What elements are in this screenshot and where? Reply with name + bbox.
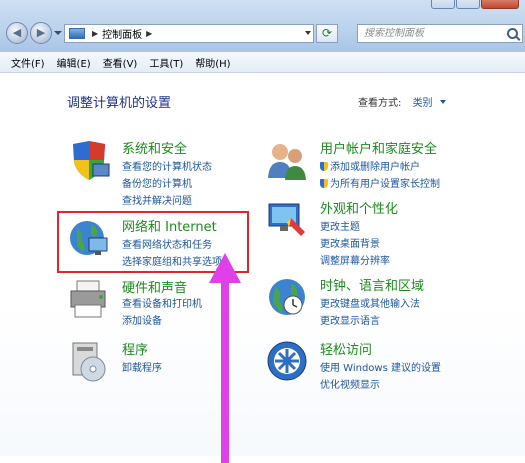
clock-globe-icon[interactable]	[265, 275, 309, 319]
menu-view[interactable]: 查看(V)	[97, 55, 144, 70]
view-by-dropdown[interactable]: 类别	[413, 98, 433, 109]
category-title-ease-of-access[interactable]: 轻松访问	[320, 339, 372, 358]
breadcrumb-separator-icon[interactable]: ▶	[146, 29, 152, 38]
search-placeholder: 搜索控制面板	[364, 28, 424, 39]
link-backup[interactable]: 备份您的计算机	[122, 175, 192, 190]
recent-pages-dropdown[interactable]	[54, 31, 62, 35]
uac-shield-icon	[320, 162, 328, 171]
close-button[interactable]	[481, 0, 519, 9]
category-title-clock-region[interactable]: 时钟、语言和区域	[320, 275, 424, 294]
users-icon[interactable]	[265, 138, 309, 182]
search-icon[interactable]	[507, 28, 518, 39]
link-keyboard-input[interactable]: 更改键盘或其他输入法	[320, 295, 420, 310]
category-title-user-accounts[interactable]: 用户帐户和家庭安全	[320, 138, 437, 157]
search-input[interactable]: 搜索控制面板	[357, 24, 523, 43]
uac-shield-icon	[320, 179, 328, 188]
maximize-button[interactable]	[456, 0, 480, 9]
menu-edit[interactable]: 编辑(E)	[51, 55, 97, 70]
minimize-button[interactable]	[431, 0, 455, 9]
back-button[interactable]: ◀	[6, 22, 28, 44]
refresh-button[interactable]: ⟳	[316, 24, 338, 43]
shield-icon[interactable]	[67, 138, 111, 182]
menu-file[interactable]: 文件(F)	[0, 55, 51, 70]
link-change-theme[interactable]: 更改主题	[320, 218, 360, 233]
link-uninstall[interactable]: 卸载程序	[122, 359, 162, 374]
control-panel-content: 调整计算机的设置 查看方式: 类别 系统和安全 查看您的计算机状态 备份您的计算…	[0, 73, 525, 463]
programs-disc-icon[interactable]	[67, 339, 111, 383]
address-dropdown-icon[interactable]	[305, 31, 311, 35]
link-devices-printers[interactable]: 查看设备和打印机	[122, 295, 202, 310]
menu-tools[interactable]: 工具(T)	[143, 55, 189, 70]
link-recommended-settings[interactable]: 使用 Windows 建议的设置	[320, 359, 441, 374]
link-parental-controls[interactable]: 为所有用户设置家长控制	[320, 175, 440, 190]
pointer-arrow-icon	[209, 253, 241, 463]
forward-button[interactable]: ▶	[30, 22, 52, 44]
printer-icon[interactable]	[67, 277, 111, 321]
caption-buttons	[430, 0, 519, 10]
window-chrome: ◀ ▶ ▶ 控制面板 ▶ ⟳ 搜索控制面板	[0, 0, 525, 52]
display-personalize-icon[interactable]	[265, 198, 309, 242]
link-check-status[interactable]: 查看您的计算机状态	[122, 158, 212, 173]
menu-bar: 文件(F) 编辑(E) 查看(V) 工具(T) 帮助(H)	[0, 52, 525, 73]
view-by: 查看方式: 类别	[358, 94, 446, 109]
link-add-device[interactable]: 添加设备	[122, 312, 162, 327]
control-panel-icon	[69, 28, 85, 39]
category-title-system-security[interactable]: 系统和安全	[122, 138, 187, 157]
page-title: 调整计算机的设置	[67, 96, 172, 111]
link-troubleshoot[interactable]: 查找并解决问题	[122, 192, 192, 207]
category-title-appearance[interactable]: 外观和个性化	[320, 198, 398, 217]
link-screen-resolution[interactable]: 调整屏幕分辨率	[320, 252, 390, 267]
link-optimize-display[interactable]: 优化视频显示	[320, 376, 380, 391]
chevron-down-icon[interactable]	[439, 100, 446, 104]
category-title-hardware[interactable]: 硬件和声音	[122, 277, 187, 296]
menu-help[interactable]: 帮助(H)	[189, 55, 236, 70]
breadcrumb-control-panel[interactable]: 控制面板	[102, 26, 142, 41]
address-bar[interactable]: ▶ 控制面板 ▶	[64, 24, 314, 43]
link-add-remove-users[interactable]: 添加或删除用户帐户	[320, 158, 420, 173]
link-display-language[interactable]: 更改显示语言	[320, 312, 380, 327]
category-title-programs[interactable]: 程序	[122, 339, 148, 358]
breadcrumb-separator-icon[interactable]: ▶	[92, 29, 98, 38]
view-by-label: 查看方式:	[358, 98, 402, 109]
ease-of-access-icon[interactable]	[265, 339, 309, 383]
link-change-background[interactable]: 更改桌面背景	[320, 235, 380, 250]
